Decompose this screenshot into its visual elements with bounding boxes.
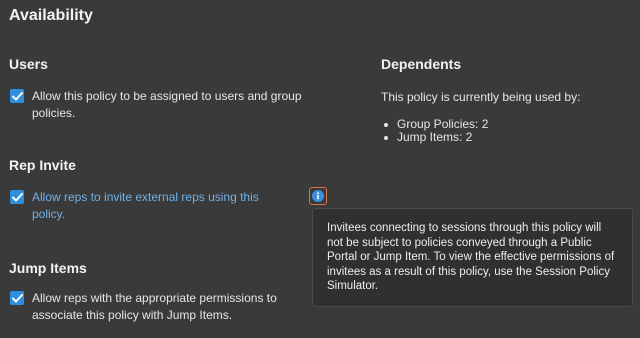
checkmark-icon [11,293,23,302]
page-title: Availability [9,7,93,24]
checkmark-icon [11,91,23,100]
jump-items-checkbox[interactable] [10,291,24,305]
dependents-heading: Dependents [381,56,462,72]
jump-items-heading: Jump Items [9,260,87,276]
users-heading: Users [9,56,48,72]
rep-invite-checkbox-label[interactable]: Allow reps to invite external reps using… [32,189,280,223]
bullet-icon [384,122,388,127]
info-icon [312,190,324,202]
rep-invite-checkbox[interactable] [10,190,24,204]
dependents-list: Group Policies: 2 Jump Items: 2 [381,118,488,144]
bullet-icon [384,135,388,140]
info-tooltip: Invitees connecting to sessions through … [312,208,633,307]
checkmark-icon [11,192,23,201]
availability-panel: Availability Users Allow this policy to … [0,0,640,338]
rep-invite-heading: Rep Invite [9,157,76,173]
users-checkbox-row[interactable]: Allow this policy to be assigned to user… [10,88,330,122]
dependents-description: This policy is currently being used by: [381,90,581,104]
info-button[interactable] [309,187,327,205]
dependent-item-label: Jump Items: 2 [397,130,473,144]
jump-items-checkbox-label: Allow reps with the appropriate permissi… [32,291,277,322]
list-item: Jump Items: 2 [381,131,488,144]
users-checkbox-label: Allow this policy to be assigned to user… [32,89,302,120]
rep-invite-checkbox-row[interactable]: Allow reps to invite external reps using… [10,189,280,223]
jump-items-checkbox-row[interactable]: Allow reps with the appropriate permissi… [10,290,300,324]
users-checkbox[interactable] [10,89,24,103]
